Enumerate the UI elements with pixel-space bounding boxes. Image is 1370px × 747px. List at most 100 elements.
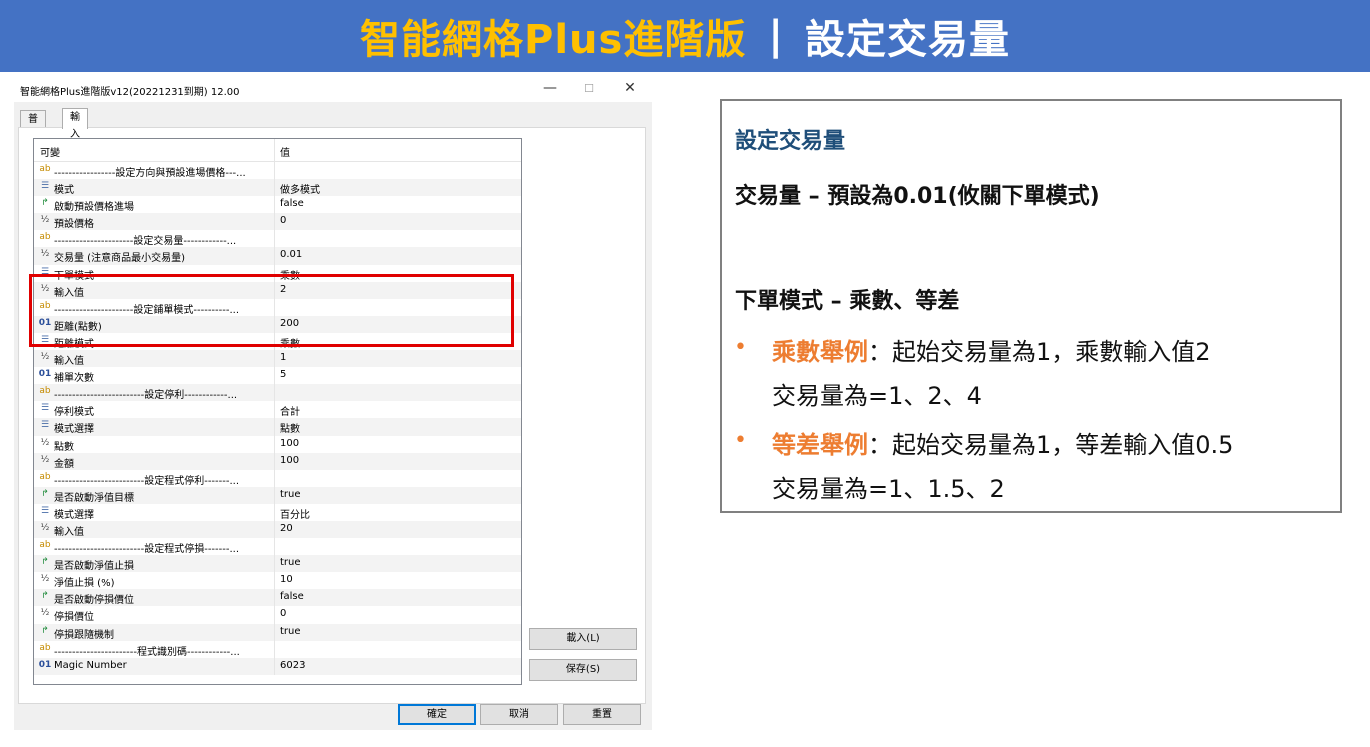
arithmetic-example-result: 交易量為=1、1.5、2 bbox=[772, 475, 1005, 503]
ea-properties-dialog: 智能網格Plus進階版v12(20221231到期) 12.00 — ☐ ✕ 普… bbox=[14, 76, 652, 730]
parameter-name: 模式選擇 bbox=[54, 509, 94, 521]
parameter-value[interactable]: 百分比 bbox=[280, 506, 310, 521]
parameter-row[interactable]: ↱ 是否啟動停損價位 false bbox=[34, 589, 521, 607]
tab-inputs[interactable]: 輸入 bbox=[62, 108, 88, 140]
enum-type-icon: ☰ bbox=[40, 181, 50, 192]
bool-type-icon: ↱ bbox=[41, 488, 49, 499]
int-type-icon: 01 bbox=[38, 659, 52, 670]
double-type-icon: ½ bbox=[40, 215, 50, 226]
parameter-name: 模式 bbox=[54, 185, 74, 197]
bool-type-icon: ↱ bbox=[41, 557, 49, 568]
parameter-name: 預設價格 bbox=[54, 219, 94, 231]
string-type-icon: ab bbox=[39, 386, 51, 397]
parameter-row[interactable]: 01 Magic Number 6023 bbox=[34, 657, 521, 675]
double-type-icon: ½ bbox=[40, 608, 50, 619]
parameter-name: 啟動預設價格進場 bbox=[54, 202, 134, 214]
close-icon[interactable]: ✕ bbox=[618, 80, 642, 96]
title-bar[interactable]: 智能網格Plus進階版v12(20221231到期) 12.00 — ☐ ✕ bbox=[14, 76, 652, 102]
minimize-icon[interactable]: — bbox=[538, 80, 562, 96]
parameter-name: 停損價位 bbox=[54, 612, 94, 624]
parameter-value[interactable]: 合計 bbox=[280, 403, 300, 418]
parameter-value[interactable]: 0 bbox=[280, 215, 286, 226]
parameter-row[interactable]: ½ 交易量 (注意商品最小交易量) 0.01 bbox=[34, 247, 521, 265]
order-mode-description: 下單模式 – 乘數、等差 bbox=[735, 289, 960, 314]
parameter-row[interactable]: ab -------------------------設定程式停損-------… bbox=[34, 538, 521, 556]
parameter-value[interactable]: false bbox=[280, 198, 304, 209]
parameter-name: -----------------------程式識別碼------------… bbox=[54, 646, 240, 658]
parameter-row[interactable]: ½ 預設價格 0 bbox=[34, 213, 521, 231]
bullet-icon: • bbox=[734, 428, 747, 453]
save-button[interactable]: 保存(S) bbox=[529, 659, 637, 681]
enum-type-icon: ☰ bbox=[40, 420, 50, 431]
parameter-value[interactable]: 20 bbox=[280, 523, 293, 534]
parameter-name: -------------------------設定停利-----------… bbox=[54, 390, 238, 402]
inputs-panel: 可變 值 ab -----------------設定方向與預設進場價格---..… bbox=[18, 127, 646, 704]
parameter-name: 輸入值 bbox=[54, 356, 84, 368]
grid-rows: ab -----------------設定方向與預設進場價格---... ☰ 模式做… bbox=[34, 162, 521, 675]
parameter-name: -------------------------設定程式停損-------..… bbox=[54, 544, 240, 556]
parameter-row[interactable]: ab -----------------設定方向與預設進場價格---... bbox=[34, 162, 521, 180]
value-column-header[interactable]: 值 bbox=[280, 144, 290, 159]
string-type-icon: ab bbox=[39, 471, 51, 482]
parameter-value[interactable]: 5 bbox=[280, 369, 286, 380]
parameter-value[interactable]: 100 bbox=[280, 438, 299, 449]
parameter-value[interactable]: 1 bbox=[280, 352, 286, 363]
arithmetic-example: 等差舉例：起始交易量為1，等差輸入值0.5 bbox=[772, 425, 1233, 460]
parameter-row[interactable]: ☰ 模式 做多模式 bbox=[34, 179, 521, 197]
parameter-value[interactable]: 6023 bbox=[280, 660, 305, 671]
parameter-row[interactable]: ½ 輸入值 1 bbox=[34, 350, 521, 368]
parameter-row[interactable]: ½ 金額 100 bbox=[34, 452, 521, 470]
parameter-value[interactable]: 0.01 bbox=[280, 249, 302, 260]
bool-type-icon: ↱ bbox=[41, 625, 49, 636]
double-type-icon: ½ bbox=[40, 437, 50, 448]
parameter-name: ----------------------設定交易量------------.… bbox=[54, 236, 237, 248]
parameter-value[interactable]: true bbox=[280, 489, 301, 500]
parameter-row[interactable]: ↱ 啟動預設價格進場 false bbox=[34, 196, 521, 214]
double-type-icon: ½ bbox=[40, 454, 50, 465]
parameter-row[interactable]: ½ 停損價位 0 bbox=[34, 606, 521, 624]
reset-button[interactable]: 重置 bbox=[563, 704, 641, 725]
parameter-row[interactable]: ☰ 模式選擇 百分比 bbox=[34, 503, 521, 521]
parameter-row[interactable]: ab -------------------------設定程式停利-------… bbox=[34, 469, 521, 487]
arithmetic-example-text: ：起始交易量為1，等差輸入值0.5 bbox=[868, 431, 1234, 459]
parameter-row[interactable]: ☰ 停利模式 合計 bbox=[34, 401, 521, 419]
parameter-row[interactable]: ab -----------------------程式識別碼----------… bbox=[34, 640, 521, 658]
header-banner: 智能網格Plus進階版 | 設定交易量 bbox=[0, 0, 1370, 72]
parameter-row[interactable]: ☰ 模式選擇 點數 bbox=[34, 418, 521, 436]
parameter-value[interactable]: false bbox=[280, 591, 304, 602]
int-type-icon: 01 bbox=[38, 369, 52, 380]
double-type-icon: ½ bbox=[40, 574, 50, 585]
parameter-row[interactable]: 01 補單次數 5 bbox=[34, 367, 521, 385]
parameter-name: 補單次數 bbox=[54, 373, 94, 385]
parameter-name: 金額 bbox=[54, 458, 74, 470]
parameter-value[interactable]: 100 bbox=[280, 455, 299, 466]
parameter-row[interactable]: ↱ 停損跟隨機制 true bbox=[34, 623, 521, 641]
parameter-row[interactable]: ↱ 是否啟動淨值目標 true bbox=[34, 486, 521, 504]
double-type-icon: ½ bbox=[40, 352, 50, 363]
parameter-value[interactable]: true bbox=[280, 557, 301, 568]
parameter-row[interactable]: ½ 淨值止損 (%) 10 bbox=[34, 572, 521, 590]
parameter-name: -----------------設定方向與預設進場價格---... bbox=[54, 168, 246, 179]
parameters-grid[interactable]: 可變 值 ab -----------------設定方向與預設進場價格---..… bbox=[33, 138, 522, 685]
parameter-row[interactable]: ↱ 是否啟動淨值止損 true bbox=[34, 555, 521, 573]
parameter-value[interactable]: 點數 bbox=[280, 420, 300, 435]
parameter-name: 停利模式 bbox=[54, 407, 94, 419]
parameter-name: 模式選擇 bbox=[54, 424, 94, 436]
parameter-value[interactable]: 做多模式 bbox=[280, 181, 320, 196]
parameter-row[interactable]: ½ 點數 100 bbox=[34, 435, 521, 453]
parameter-value[interactable]: true bbox=[280, 626, 301, 637]
parameter-value[interactable]: 0 bbox=[280, 608, 286, 619]
variable-column-header[interactable]: 可變 bbox=[40, 144, 60, 159]
maximize-icon[interactable]: ☐ bbox=[577, 82, 601, 95]
parameter-row[interactable]: ab ----------------------設定交易量-----------… bbox=[34, 230, 521, 248]
ok-button[interactable]: 確定 bbox=[398, 704, 476, 725]
parameter-row[interactable]: ½ 輸入值 20 bbox=[34, 520, 521, 539]
parameter-name: -------------------------設定程式停利-------..… bbox=[54, 475, 240, 487]
parameter-row[interactable]: ab -------------------------設定停利---------… bbox=[34, 384, 521, 402]
cancel-button[interactable]: 取消 bbox=[480, 704, 558, 725]
parameter-name: 交易量 (注意商品最小交易量) bbox=[54, 253, 185, 265]
enum-type-icon: ☰ bbox=[40, 403, 50, 414]
tab-common[interactable]: 普通 bbox=[20, 110, 46, 142]
load-button[interactable]: 載入(L) bbox=[529, 628, 637, 650]
parameter-value[interactable]: 10 bbox=[280, 574, 293, 585]
